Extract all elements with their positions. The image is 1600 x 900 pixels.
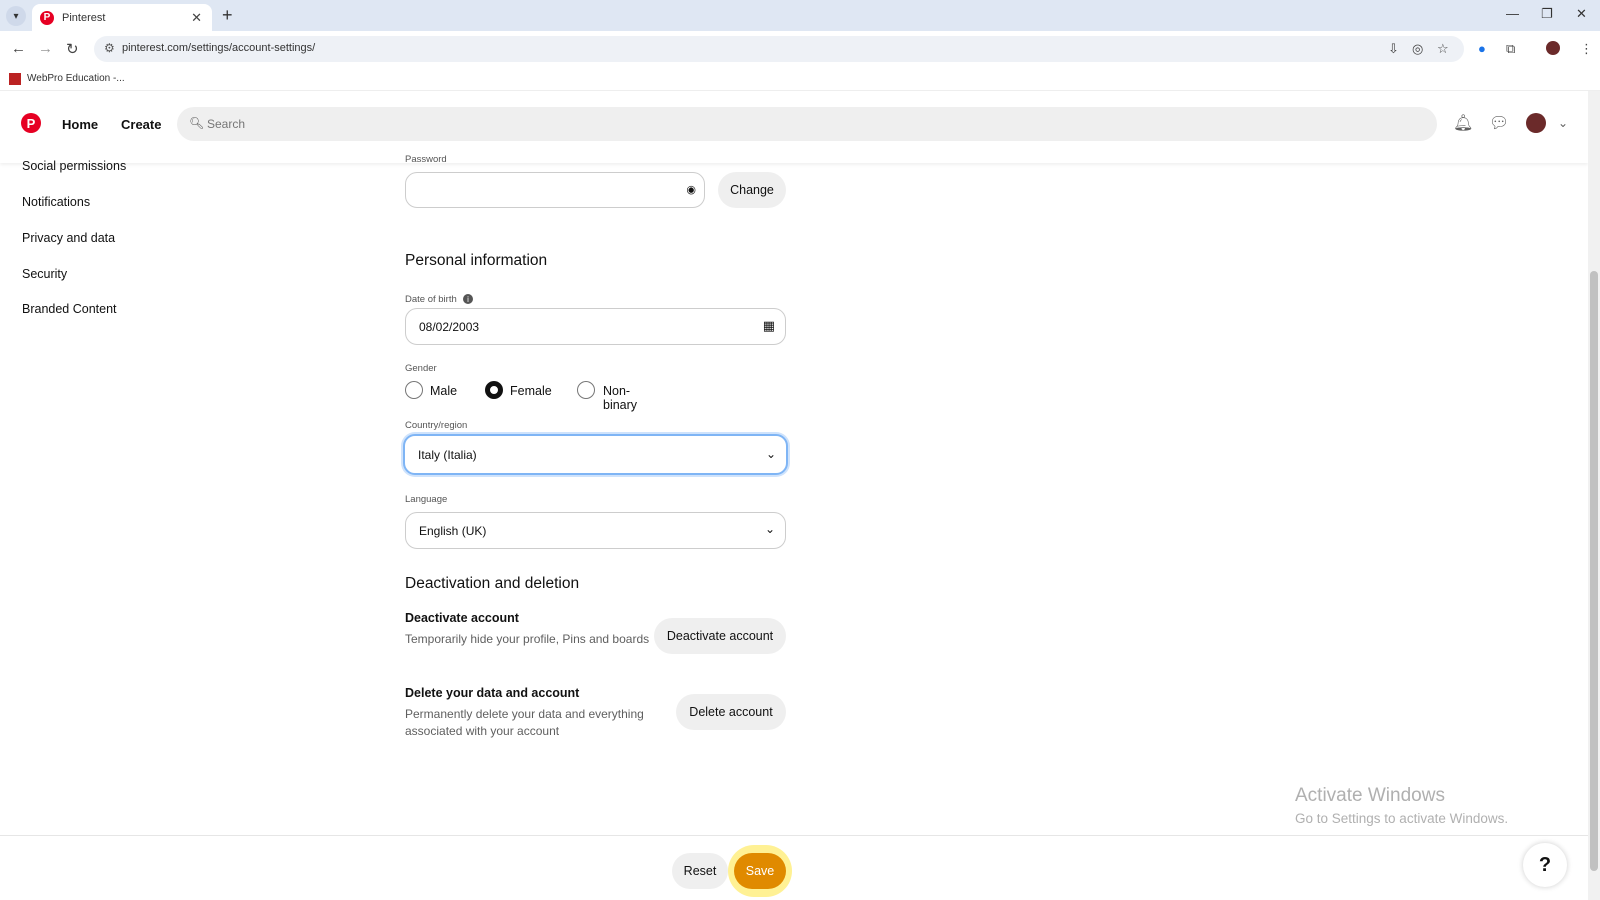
gender-nonbinary-label[interactable]: Non-binary <box>603 384 637 412</box>
deactivate-title: Deactivate account <box>405 611 519 625</box>
gender-male-label[interactable]: Male <box>430 384 457 398</box>
sidebar-item-social-permissions[interactable]: Social permissions <box>22 159 126 173</box>
profile-avatar-icon[interactable] <box>1546 41 1560 55</box>
sidebar-item-notifications[interactable]: Notifications <box>22 195 90 209</box>
notifications-bell-icon[interactable]: 🔔︎ <box>1453 113 1473 133</box>
delete-description: Permanently delete your data and everyth… <box>405 707 644 738</box>
extension-icon[interactable]: ● <box>1478 41 1486 56</box>
help-button[interactable]: ? <box>1523 843 1567 887</box>
bookmark-favicon-icon <box>9 73 21 85</box>
country-value: Italy (Italia) <box>418 448 477 462</box>
eye-off-icon[interactable]: ◎ <box>1412 41 1423 57</box>
pinterest-header: P Home Create 🔍︎ Search 🔔︎ 💬︎ ⌄ <box>0 91 1588 163</box>
url-text[interactable]: pinterest.com/settings/account-settings/ <box>122 42 315 54</box>
gender-label: Gender <box>405 363 437 374</box>
sidebar-item-privacy[interactable]: Privacy and data <box>22 231 115 245</box>
back-icon[interactable]: ← <box>11 40 26 57</box>
nav-create[interactable]: Create <box>121 117 161 132</box>
bookmarks-bar: WebPro Education -... <box>0 67 1600 91</box>
country-label: Country/region <box>405 420 468 431</box>
activate-windows-subtitle: Go to Settings to activate Windows. <box>1295 811 1509 826</box>
install-app-icon[interactable]: ⇩ <box>1388 41 1399 57</box>
page-scrollbar[interactable] <box>1588 91 1600 900</box>
sidebar-item-security[interactable]: Security <box>22 267 67 281</box>
user-avatar[interactable] <box>1526 113 1546 133</box>
personal-info-heading: Personal information <box>405 252 548 269</box>
deactivate-description: Temporarily hide your profile, Pins and … <box>405 632 650 646</box>
restore-icon[interactable]: ❐ <box>1541 6 1553 22</box>
bookmark-star-icon[interactable]: ☆ <box>1437 41 1449 57</box>
browser-toolbar: ← → ↻ ⚙ pinterest.com/settings/account-s… <box>0 31 1600 67</box>
menu-dots-icon[interactable]: ⋮ <box>1580 41 1593 57</box>
delete-title: Delete your data and account <box>405 686 580 700</box>
gender-female-label[interactable]: Female <box>510 384 552 398</box>
forward-icon[interactable]: → <box>38 40 53 57</box>
bookmark-item[interactable]: WebPro Education -... <box>27 73 125 84</box>
tab-title: Pinterest <box>62 11 106 24</box>
reload-icon[interactable]: ↻ <box>66 40 79 58</box>
search-icon: 🔍︎ <box>189 116 205 130</box>
dob-value: 08/02/2003 <box>419 320 480 334</box>
delete-account-button[interactable]: Delete account <box>676 694 786 730</box>
gender-nonbinary-radio[interactable] <box>577 381 595 399</box>
chevron-down-icon: ⌄ <box>764 522 775 536</box>
password-label: Password <box>405 154 447 165</box>
change-password-button[interactable]: Change <box>718 172 786 208</box>
deactivate-account-button[interactable]: Deactivate account <box>654 618 786 654</box>
info-icon[interactable]: i <box>463 294 473 304</box>
gender-female-radio[interactable] <box>485 381 503 399</box>
close-tab-icon[interactable]: ✕ <box>191 10 202 26</box>
minimize-icon[interactable]: — <box>1506 6 1519 21</box>
sidebar-item-branded-content[interactable]: Branded Content <box>22 302 117 316</box>
language-value: English (UK) <box>419 524 487 538</box>
nav-home[interactable]: Home <box>62 117 98 132</box>
site-info-icon[interactable]: ⚙ <box>104 41 115 55</box>
tab-search-icon[interactable]: ▾ <box>6 6 26 26</box>
pinterest-logo-icon[interactable]: P <box>21 113 41 133</box>
account-chevron-down-icon[interactable]: ⌄ <box>1558 116 1568 130</box>
pinterest-favicon-icon: P <box>40 10 54 25</box>
new-tab-icon[interactable]: + <box>222 5 233 26</box>
chevron-down-icon: ⌄ <box>765 447 776 461</box>
country-select[interactable]: Italy (Italia) ⌄ <box>403 434 788 475</box>
gender-male-radio[interactable] <box>405 381 423 399</box>
extensions-puzzle-icon[interactable]: ⧉ <box>1506 41 1515 57</box>
reset-button[interactable]: Reset <box>672 853 728 889</box>
calendar-icon[interactable]: ▦ <box>763 318 775 334</box>
language-label: Language <box>405 494 448 505</box>
browser-tab-strip: ▾ P Pinterest ✕ + — ❐ ✕ <box>0 0 1600 31</box>
search-bar[interactable]: 🔍︎ Search <box>177 107 1437 141</box>
scrollbar-thumb[interactable] <box>1590 271 1598 871</box>
deactivation-heading: Deactivation and deletion <box>405 575 580 592</box>
password-field[interactable]: ◉ <box>405 172 705 208</box>
show-password-eye-icon[interactable]: ◉ <box>686 183 696 196</box>
messages-icon[interactable]: 💬︎ <box>1489 113 1509 133</box>
activate-windows-title: Activate Windows <box>1295 785 1445 806</box>
settings-footer: Reset Save ? <box>0 835 1588 900</box>
save-button[interactable]: Save <box>734 853 786 889</box>
search-placeholder[interactable]: Search <box>207 117 245 131</box>
browser-tab[interactable]: P Pinterest ✕ <box>32 4 212 31</box>
date-of-birth-field[interactable]: 08/02/2003 ▦ <box>405 308 786 345</box>
close-window-icon[interactable]: ✕ <box>1576 6 1587 22</box>
address-bar[interactable]: ⚙ pinterest.com/settings/account-setting… <box>94 36 1464 62</box>
language-select[interactable]: English (UK) ⌄ <box>405 512 786 549</box>
dob-label: Date of birth <box>405 294 457 305</box>
